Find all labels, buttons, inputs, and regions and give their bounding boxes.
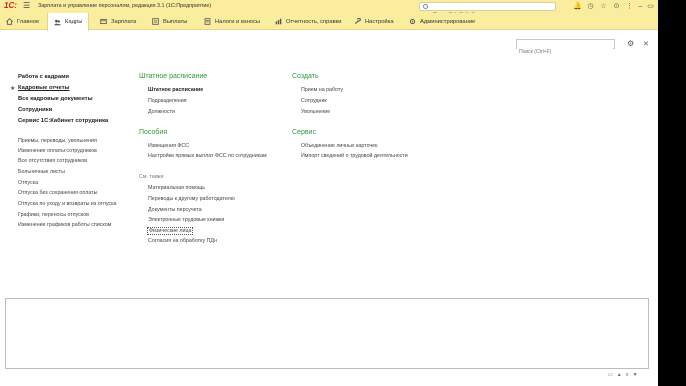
tab-settings[interactable]: Настройка <box>354 13 394 30</box>
tab-admin[interactable]: Администрирование <box>409 13 475 30</box>
tab-taxes-label: Налоги и взносы <box>215 18 261 25</box>
hamburger-icon[interactable]: ☰ <box>23 1 30 10</box>
nav-vacation-schedules[interactable]: Графики, переносы отпусков <box>18 212 89 218</box>
nav-parental-leaves[interactable]: Отпуска по уходу и возвраты из отпуска <box>18 201 116 207</box>
settings-icon[interactable]: ⋮ <box>625 2 634 11</box>
list-icon[interactable]: ≡ <box>626 372 633 378</box>
group-benefits-title: Пособия <box>139 129 168 136</box>
see-also-title: См. также <box>139 174 164 180</box>
taxes-icon <box>204 18 211 25</box>
section-search[interactable] <box>516 39 615 56</box>
link-electronic-workbooks[interactable]: Электронные трудовые книжки <box>148 217 224 223</box>
title-bar: 1С: ☰ Зарплата и управление персоналом, … <box>0 0 658 19</box>
nav-hr-reports[interactable]: Кадровые отчеты <box>18 85 69 91</box>
nav-vacations[interactable]: Отпуска <box>18 180 38 186</box>
link-staffing-table[interactable]: Штатное расписание <box>148 87 203 93</box>
tab-salary-label: Зарплата <box>111 18 137 25</box>
nav-employees[interactable]: Сотрудники <box>18 107 52 113</box>
link-personal-records[interactable]: Документы персучета <box>148 207 202 213</box>
salary-icon <box>100 18 107 25</box>
tab-payments-label: Выплаты <box>163 18 188 25</box>
link-import-work-history[interactable]: Импорт сведений о трудовой деятельности <box>301 153 408 159</box>
link-fss-notices[interactable]: Извещения ФСС <box>148 143 189 149</box>
tab-hr-label: Кадры <box>65 19 83 25</box>
global-search[interactable] <box>419 2 556 19</box>
link-departments[interactable]: Подразделения <box>148 98 187 104</box>
search-icon <box>423 4 428 9</box>
nav-unpaid-leaves[interactable]: Отпуска без сохранения оплаты <box>18 190 97 196</box>
payments-icon <box>152 18 159 25</box>
wrench-icon <box>355 18 361 24</box>
tab-salary[interactable]: Зарплата <box>100 13 136 30</box>
star-icon[interactable]: ☆ <box>599 2 608 11</box>
messages-panel <box>5 298 649 369</box>
link-hire[interactable]: Прием на работу <box>301 87 343 93</box>
tab-main[interactable]: Главное <box>6 13 39 30</box>
admin-icon <box>409 18 416 25</box>
bookmark-icon[interactable]: ▭ <box>608 372 617 378</box>
tab-settings-label: Настройка <box>365 18 394 25</box>
group-service-title: Сервис <box>292 129 316 136</box>
group-create-title: Создать <box>292 73 319 80</box>
reports-icon <box>275 18 282 25</box>
link-dismissal[interactable]: Увольнение <box>301 109 330 115</box>
home-icon <box>6 18 13 25</box>
link-material-aid[interactable]: Материальная помощь <box>148 185 205 191</box>
tab-taxes[interactable]: Налоги и взносы <box>204 13 260 30</box>
nav-sick-leaves[interactable]: Больничные листы <box>18 169 65 175</box>
link-fss-settings[interactable]: Настройки прямых выплат ФСС по сотрудник… <box>148 153 267 159</box>
link-merge-cards[interactable]: Объединение личных карточек <box>301 143 377 149</box>
window-title: Зарплата и управление персоналом, редакц… <box>38 3 212 9</box>
link-transfers-employer[interactable]: Переводы к другому работодателю <box>148 196 235 202</box>
tab-hr[interactable]: Кадры <box>47 13 90 31</box>
link-employee[interactable]: Сотрудник <box>301 98 327 104</box>
nav-absences[interactable]: Все отсутствия сотрудников <box>18 158 87 164</box>
favorite-star-icon[interactable]: ★ <box>10 85 15 92</box>
nav-work-with-staff[interactable]: Работа с кадрами <box>18 74 69 80</box>
link-pd-consents[interactable]: Согласия на обработку ПДн <box>148 238 217 244</box>
tab-payments[interactable]: Выплаты <box>152 13 187 30</box>
minimize-icon[interactable]: – <box>636 2 645 11</box>
tab-admin-label: Администрирование <box>420 18 476 25</box>
close-icon[interactable]: ✕ <box>643 40 649 48</box>
up-icon[interactable]: ▲ <box>617 372 626 378</box>
user-icon[interactable]: ⊙ <box>612 2 621 11</box>
bell-icon[interactable]: 🔔 <box>573 2 582 11</box>
down-icon[interactable]: ▼ <box>633 372 642 378</box>
group-staffing-title: Штатное расписание <box>139 73 208 80</box>
tab-reports[interactable]: Отчетность, справки <box>275 13 341 30</box>
app-window: 1С: ☰ Зарплата и управление персоналом, … <box>0 0 658 386</box>
section-search-input[interactable] <box>517 48 613 56</box>
link-positions[interactable]: Должности <box>148 109 175 115</box>
people-icon <box>54 19 61 25</box>
nav-employee-cabinet[interactable]: Сервис 1С:Кабинет сотрудника <box>18 118 108 124</box>
nav-hires-transfers[interactable]: Приемы, переводы, увольнения <box>18 138 97 144</box>
nav-schedule-changes[interactable]: Изменение графиков работы списком <box>18 222 111 228</box>
status-bar-icons: ▭▲≡▼ <box>608 372 642 378</box>
section-panel: Главное Кадры Зарплата Выплаты Налоги и … <box>0 13 658 31</box>
tab-reports-label: Отчетность, справки <box>286 18 342 25</box>
nav-pay-changes[interactable]: Изменение оплаты сотрудников <box>18 148 97 154</box>
gear-icon[interactable]: ⚙ <box>627 39 634 48</box>
history-icon[interactable]: ◷ <box>586 2 595 11</box>
tab-main-label: Главное <box>17 18 40 25</box>
nav-all-hr-documents[interactable]: Все кадровые документы <box>18 96 93 102</box>
app-logo: 1С: <box>4 1 17 10</box>
link-individuals[interactable]: Физические лица <box>147 227 194 235</box>
maximize-icon[interactable]: ▭ <box>646 2 655 11</box>
